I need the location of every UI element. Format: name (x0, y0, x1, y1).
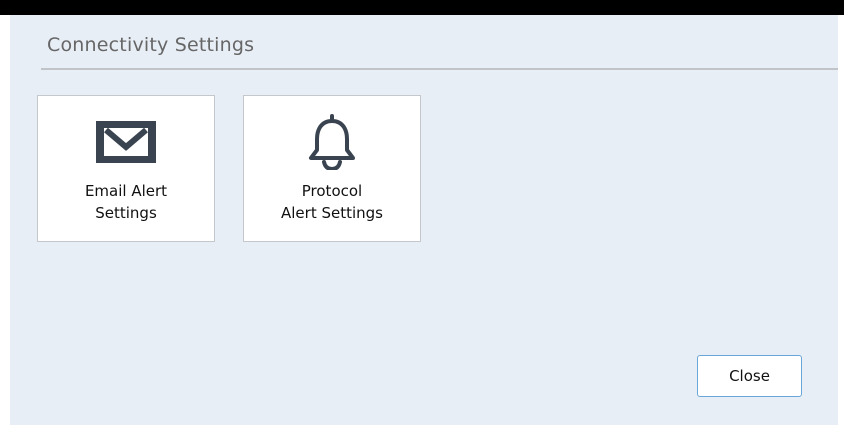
email-alert-settings-tile[interactable]: Email Alert Settings (37, 95, 215, 242)
connectivity-settings-dialog: Connectivity Settings Email Alert Settin… (10, 15, 838, 425)
bell-icon (309, 114, 355, 170)
tile-label: Protocol Alert Settings (281, 182, 383, 222)
tile-label: Email Alert Settings (84, 182, 168, 222)
protocol-alert-settings-tile[interactable]: Protocol Alert Settings (243, 95, 421, 242)
window-top-border (0, 0, 844, 15)
close-button[interactable]: Close (697, 355, 802, 397)
title-divider (41, 68, 838, 70)
envelope-icon (96, 121, 156, 163)
dialog-title: Connectivity Settings (47, 34, 255, 56)
